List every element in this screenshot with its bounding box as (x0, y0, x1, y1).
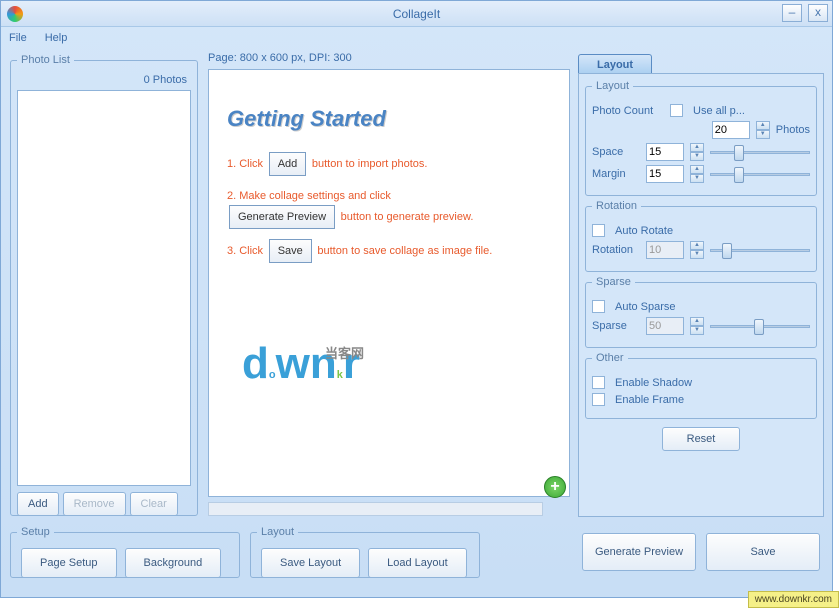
layout-buttons-group: Layout Save Layout Load Layout (250, 526, 480, 578)
inline-add-button: Add (269, 152, 307, 176)
clear-button: Clear (130, 492, 178, 516)
auto-rotate-checkbox[interactable] (592, 224, 605, 237)
source-badge: www.downkr.com (748, 591, 839, 608)
menu-help[interactable]: Help (45, 32, 68, 44)
step-3: 3. Click Save button to save collage as … (227, 239, 551, 263)
save-layout-button[interactable]: Save Layout (261, 548, 360, 578)
sparse-input (646, 317, 684, 335)
load-layout-button[interactable]: Load Layout (368, 548, 467, 578)
sparse-label: Sparse (592, 320, 640, 332)
space-up[interactable]: ▲ (690, 143, 704, 152)
horizontal-scrollbar[interactable] (208, 502, 543, 516)
margin-up[interactable]: ▲ (690, 165, 704, 174)
space-input[interactable] (646, 143, 684, 161)
use-all-checkbox[interactable] (670, 104, 683, 117)
use-all-label: Use all p... (693, 105, 745, 117)
space-slider[interactable] (710, 143, 810, 161)
enable-shadow-checkbox[interactable] (592, 376, 605, 389)
step-1: 1. Click Add button to import photos. (227, 152, 551, 176)
page-info: Page: 800 x 600 px, DPI: 300 (208, 52, 352, 64)
photo-count: 0 Photos (17, 72, 191, 88)
menubar: File Help (1, 27, 832, 49)
margin-slider[interactable] (710, 165, 810, 183)
reset-button[interactable]: Reset (662, 427, 741, 451)
getting-started-heading: Getting Started (227, 106, 551, 132)
add-circle-icon[interactable]: + (544, 476, 566, 498)
step-2: 2. Make collage settings and click Gener… (227, 186, 551, 229)
rot-down: ▼ (690, 250, 704, 259)
margin-down[interactable]: ▼ (690, 174, 704, 183)
generate-preview-button[interactable]: Generate Preview (582, 533, 696, 571)
close-button[interactable]: x (808, 4, 828, 22)
tab-layout[interactable]: Layout (578, 54, 652, 75)
sparse-down: ▼ (690, 326, 704, 335)
rotation-label: Rotation (592, 244, 640, 256)
layout-group: Layout Photo Count Use all p... ▲▼ Photo… (585, 80, 817, 196)
photo-list-legend: Photo List (17, 54, 74, 66)
photo-count-input[interactable] (712, 121, 750, 139)
other-group: Other Enable Shadow Enable Frame (585, 352, 817, 419)
rotation-group: Rotation Auto Rotate Rotation ▲▼ (585, 200, 817, 272)
space-label: Space (592, 146, 640, 158)
inline-genprev-button: Generate Preview (229, 205, 335, 229)
app-icon (7, 6, 23, 22)
photo-count-label: Photo Count (592, 105, 664, 117)
minimize-button[interactable]: – (782, 4, 802, 22)
rotation-input (646, 241, 684, 259)
titlebar: CollageIt – x (1, 1, 832, 27)
rotation-slider (710, 241, 810, 259)
space-down[interactable]: ▼ (690, 152, 704, 161)
enable-frame-checkbox[interactable] (592, 393, 605, 406)
sparse-group: Sparse Auto Sparse Sparse ▲▼ (585, 276, 817, 348)
save-button[interactable]: Save (706, 533, 820, 571)
add-button[interactable]: Add (17, 492, 59, 516)
page-setup-button[interactable]: Page Setup (21, 548, 117, 578)
auto-sparse-checkbox[interactable] (592, 300, 605, 313)
count-up[interactable]: ▲ (756, 121, 770, 130)
layout-panel: Layout Photo Count Use all p... ▲▼ Photo… (578, 73, 824, 517)
preview-canvas: Getting Started 1. Click Add button to i… (208, 69, 570, 497)
rot-up: ▲ (690, 241, 704, 250)
window-title: CollageIt (393, 7, 440, 21)
remove-button: Remove (63, 492, 126, 516)
setup-group: Setup Page Setup Background (10, 526, 240, 578)
menu-file[interactable]: File (9, 32, 27, 44)
count-down[interactable]: ▼ (756, 130, 770, 139)
background-button[interactable]: Background (125, 548, 222, 578)
sparse-up: ▲ (690, 317, 704, 326)
inline-save-button: Save (269, 239, 312, 263)
margin-input[interactable] (646, 165, 684, 183)
photo-list-box[interactable] (17, 90, 191, 486)
margin-label: Margin (592, 168, 640, 180)
sparse-slider (710, 317, 810, 335)
tab-strip: Layout (578, 54, 824, 75)
photo-list-group: Photo List 0 Photos Add Remove Clear (10, 54, 198, 516)
